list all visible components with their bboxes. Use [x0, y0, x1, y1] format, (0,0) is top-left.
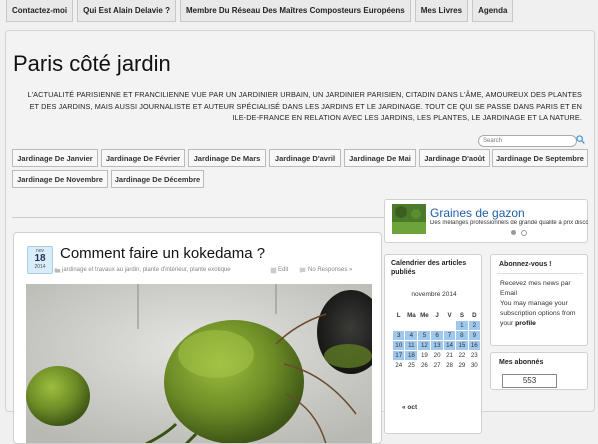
calendar-day: 30 — [470, 362, 478, 369]
calendar-day — [418, 321, 430, 330]
page-container: Paris côté jardin L'ACTUALITÉ PARISIENNE… — [5, 30, 595, 444]
post-card: nov 18 2014 Comment faire un kokedama ? … — [13, 232, 382, 444]
month-aout[interactable]: Jardinage D'août — [419, 149, 490, 167]
calendar-day: 19 — [420, 352, 428, 359]
calendar-day — [444, 321, 455, 330]
calendar-day[interactable]: 6 — [431, 331, 443, 340]
calendar-header: L — [396, 312, 401, 319]
calendar-day[interactable]: 17 — [393, 351, 405, 360]
calendar-day[interactable]: 11 — [405, 341, 418, 350]
nav-about[interactable]: Qui Est Alain Delavie ? — [77, 0, 176, 22]
calendar-day[interactable]: 14 — [443, 341, 456, 350]
search-icon[interactable] — [576, 135, 585, 144]
site-tagline: L'ACTUALITÉ PARISIENNE ET FRANCILIENNE V… — [27, 90, 582, 122]
calendar-day[interactable]: 2 — [468, 321, 480, 330]
calendar-day — [405, 321, 417, 330]
post-title[interactable]: Comment faire un kokedama ? — [60, 245, 265, 262]
calendar-header: Ma — [407, 312, 416, 319]
nav-composteurs[interactable]: Membre Du Réseau Des Maîtres Composteurs… — [179, 0, 411, 22]
promo-slider: Graines de gazon Des mélanges profession… — [384, 199, 588, 243]
edit-icon — [270, 267, 277, 274]
profile-link[interactable]: profile — [515, 320, 536, 327]
lawn-thumbnail[interactable] — [392, 204, 426, 234]
calendar-day[interactable]: 15 — [456, 341, 468, 350]
subscribers-title: Mes abonnés — [499, 359, 544, 366]
month-mai[interactable]: Jardinage De Mai — [344, 149, 416, 167]
calendar-day: 27 — [433, 362, 441, 369]
calendar-day: 25 — [407, 362, 415, 369]
slider-dot-active[interactable] — [511, 230, 516, 235]
calendar-day — [393, 321, 404, 330]
calendar-day[interactable]: 16 — [468, 341, 480, 350]
calendar-day: 28 — [446, 362, 453, 369]
nav-books[interactable]: Mes Livres — [414, 0, 469, 22]
slider-title[interactable]: Graines de gazon — [430, 206, 525, 220]
calendar-day[interactable]: 4 — [405, 331, 418, 340]
calendar-prev-link[interactable]: « oct — [402, 404, 417, 411]
calendar-header: D — [472, 312, 477, 319]
month-septembre[interactable]: Jardinage De Septembre — [492, 149, 588, 167]
nav-contact[interactable]: Contactez-moi — [6, 0, 74, 22]
calendar-widget: Calendrier des articles publiés novembre… — [384, 254, 482, 434]
post-date-day: 18 — [34, 253, 46, 264]
subscribers-widget: Mes abonnés 553 — [490, 352, 588, 390]
calendar-day: 23 — [470, 352, 478, 359]
calendar-day[interactable]: 10 — [393, 341, 405, 350]
calendar-header: V — [447, 312, 452, 319]
subscribe-text: Recevez mes news par Email You may manag… — [500, 279, 586, 329]
calendar-header: Me — [420, 312, 429, 319]
calendar-day: 26 — [420, 362, 428, 369]
calendar-title: Calendrier des articles publiés — [391, 260, 467, 276]
calendar-month: novembre 2014 — [411, 291, 457, 298]
post-edit-link[interactable]: Edit — [278, 267, 288, 273]
calendar-day[interactable]: 13 — [431, 341, 443, 350]
post-responses-link[interactable]: No Responses » — [308, 267, 352, 273]
calendar-day[interactable]: 18 — [405, 351, 418, 360]
month-avril[interactable]: Jardinage D'avril — [269, 149, 341, 167]
post-date-year: 2014 — [34, 264, 46, 270]
site-title[interactable]: Paris côté jardin — [13, 51, 171, 77]
kokedama-image[interactable] — [26, 284, 372, 444]
calendar-header: J — [435, 312, 439, 319]
post-categories[interactable]: jardinage et travaux au jardin, plante d… — [62, 267, 231, 273]
calendar-day: 22 — [458, 352, 466, 359]
nav-agenda[interactable]: Agenda — [472, 0, 514, 22]
calendar-day[interactable]: 7 — [443, 331, 456, 340]
calendar-grid: L Ma Me J V S D 1 2 3 4 5 6 7 8 9 10 11 … — [392, 310, 481, 371]
search-input[interactable]: Search — [478, 135, 577, 147]
month-decembre[interactable]: Jardinage De Décembre — [111, 170, 204, 188]
calendar-day: 24 — [395, 362, 403, 369]
month-janvier[interactable]: Jardinage De Janvier — [12, 149, 98, 167]
folder-icon — [54, 268, 61, 273]
calendar-day[interactable]: 3 — [393, 331, 405, 340]
post-date-badge: nov 18 2014 — [27, 246, 53, 274]
calendar-day[interactable]: 5 — [418, 331, 431, 340]
month-mars[interactable]: Jardinage De Mars — [188, 149, 266, 167]
calendar-day: 20 — [433, 352, 441, 359]
slider-dot[interactable] — [521, 230, 527, 236]
subscribe-title: Abonnez-vous ! — [499, 261, 552, 268]
calendar-day[interactable]: 8 — [456, 331, 468, 340]
calendar-day — [431, 321, 442, 330]
subscribe-widget: Abonnez-vous ! Recevez mes news par Emai… — [490, 254, 588, 346]
subscribe-divider — [497, 273, 583, 274]
calendar-day[interactable]: 12 — [418, 341, 431, 350]
calendar-day: 29 — [458, 362, 466, 369]
subscribe-manage: You may manage your subscription options… — [500, 300, 576, 327]
subscribers-counter: 553 — [502, 374, 557, 388]
calendar-day[interactable]: 1 — [456, 321, 468, 330]
slider-subtitle: Des mélanges professionnels de grande qu… — [430, 220, 588, 226]
subscribe-intro: Recevez mes news par Email — [500, 280, 571, 297]
calendar-header: S — [459, 312, 464, 319]
month-fevrier[interactable]: Jardinage De Février — [101, 149, 185, 167]
calendar-day[interactable]: 9 — [468, 331, 480, 340]
month-novembre[interactable]: Jardinage De Novembre — [12, 170, 108, 188]
calendar-day: 21 — [446, 352, 453, 359]
top-navigation: Contactez-moi Qui Est Alain Delavie ? Me… — [0, 0, 598, 22]
comment-icon — [299, 267, 306, 274]
